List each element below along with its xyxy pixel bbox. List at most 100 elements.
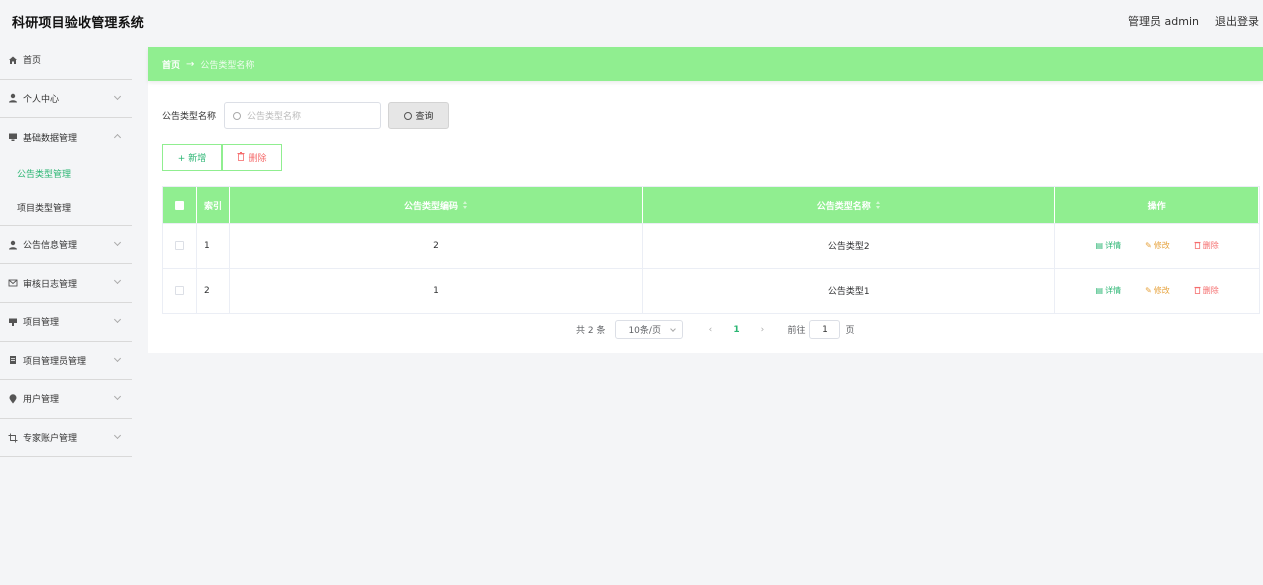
table-row: 2 1 公告类型1 ▤ 详情 ✎ 修改 删除 [163,268,1259,313]
chevron-up-icon [113,134,122,142]
cell-index: 2 [197,268,230,313]
chevron-down-icon [113,354,122,362]
page-size-select[interactable]: 10条/页 [615,320,684,339]
sidebar-item-label: 审核日志管理 [23,279,78,290]
mail-icon [7,278,18,289]
action-buttons: + 新增 删除 [162,144,282,171]
select-all-checkbox[interactable] [174,200,184,210]
sidebar-item-project[interactable]: 项目管理 [0,303,132,342]
trash-icon [1194,241,1201,251]
page-number[interactable]: 1 [723,325,749,335]
edit-button[interactable]: ✎ 修改 [1145,285,1170,296]
document-icon: ▤ [1095,241,1104,251]
sidebar-subitem-project-type[interactable]: 项目类型管理 [0,191,132,225]
search-icon [403,111,412,120]
board-icon [7,316,18,327]
select-all-cell [163,187,197,223]
logout-link[interactable]: 退出登录 [1215,13,1259,29]
prev-page-button[interactable]: ‹ [697,325,723,335]
search-icon [233,111,242,120]
detail-button[interactable]: ▤ 详情 [1096,240,1122,251]
query-button[interactable]: 查询 [388,102,450,129]
search-input[interactable]: 公告类型名称 [224,102,382,129]
chevron-down-icon [113,238,122,246]
column-header-index: 索引 [197,187,230,223]
sidebar-item-expert-account[interactable]: 专家账户管理 [0,419,132,458]
delete-button[interactable]: 删除 [1194,285,1219,296]
cell-name: 公告类型1 [643,268,1056,313]
sidebar-subitem-notice-type[interactable]: 公告类型管理 [0,157,132,191]
row-check-cell [163,224,197,268]
top-header: 科研项目验收管理系统 管理员 admin 退出登录 [0,0,1263,44]
data-table: 索引 公告类型编码 公告类型名称 操作 1 2 公告类型2 ▤ 详情 ✎ 修改 … [162,186,1260,314]
sidebar-item-personal-center[interactable]: 个人中心 [0,80,132,119]
sidebar-item-project-admin[interactable]: 项目管理员管理 [0,342,132,381]
crop-icon [7,432,18,443]
chevron-down-icon [670,326,677,332]
cell-code: 1 [230,268,644,313]
sidebar-item-home[interactable]: 首页 [0,41,132,80]
breadcrumb-separator: → [186,58,195,70]
delete-label: 删除 [1202,241,1219,251]
sidebar-item-user[interactable]: 用户管理 [0,380,132,419]
table-row: 1 2 公告类型2 ▤ 详情 ✎ 修改 删除 [163,224,1259,269]
detail-label: 详情 [1105,286,1122,296]
user-icon [7,239,18,250]
sidebar: 首页 个人中心 基础数据管理 公告类型管理 项目类型管理 公告信息管理 审核日志… [0,41,132,585]
home-icon [7,54,18,65]
document-icon: ▤ [1095,286,1104,296]
sort-icon[interactable] [463,201,468,209]
column-header-code[interactable]: 公告类型编码 [230,187,644,223]
user-icon [7,93,18,104]
add-button[interactable]: + 新增 [162,144,222,171]
column-header-name[interactable]: 公告类型名称 [643,187,1056,223]
chevron-down-icon [113,393,122,401]
detail-button[interactable]: ▤ 详情 [1096,285,1122,296]
query-button-label: 查询 [415,112,434,122]
cell-name: 公告类型2 [643,224,1056,268]
sidebar-item-label: 个人中心 [23,94,60,105]
sidebar-item-basic-data[interactable]: 基础数据管理 [0,118,132,157]
sidebar-item-label: 基础数据管理 [23,133,78,144]
edit-icon: ✎ [1145,241,1152,251]
pagination-total: 共 2 条 [576,326,606,336]
sidebar-item-label: 首页 [23,56,42,67]
search-label: 公告类型名称 [162,112,217,122]
breadcrumb-home[interactable]: 首页 [162,58,180,71]
batch-delete-button[interactable]: 删除 [222,144,282,171]
submenu-basic-data: 公告类型管理 项目类型管理 [0,157,132,226]
main-content: 首页 → 公告类型名称 公告类型名称 公告类型名称 查询 + 新增 删除 索引 [148,47,1263,353]
sidebar-item-label: 项目管理员管理 [23,356,87,367]
sidebar-item-audit-log[interactable]: 审核日志管理 [0,264,132,303]
cell-index: 1 [197,224,230,268]
column-header-label: 公告类型编码 [404,201,459,212]
row-check-cell [163,268,197,313]
edit-button[interactable]: ✎ 修改 [1145,240,1170,251]
delete-button[interactable]: 删除 [1194,240,1219,251]
chevron-down-icon [113,315,122,324]
row-checkbox[interactable] [174,241,184,251]
search-placeholder: 公告类型名称 [247,112,302,122]
chevron-down-icon [113,92,122,100]
column-header-label: 公告类型名称 [816,201,871,212]
pagination: 共 2 条 10条/页 ‹ 1 › 前往 1 页 [576,320,854,339]
trash-icon [237,151,245,164]
sidebar-item-notice-info[interactable]: 公告信息管理 [0,226,132,265]
app-title: 科研项目验收管理系统 [12,16,145,31]
chevron-down-icon [113,277,122,285]
next-page-button[interactable]: › [749,325,775,335]
sort-icon[interactable] [875,201,881,209]
row-checkbox[interactable] [174,286,184,296]
current-user: 管理员 admin [1128,15,1199,28]
cell-operations: ▤ 详情 ✎ 修改 删除 [1055,224,1259,268]
table-header-row: 索引 公告类型编码 公告类型名称 操作 [163,187,1259,224]
edit-icon: ✎ [1145,286,1152,296]
delete-button-label: 删除 [248,154,267,164]
sidebar-item-label: 用户管理 [23,395,60,406]
search-row: 公告类型名称 公告类型名称 查询 [162,102,450,129]
document-icon [7,355,18,366]
goto-page-input[interactable]: 1 [809,320,841,339]
delete-label: 删除 [1202,286,1219,296]
edit-label: 修改 [1153,241,1170,251]
chevron-down-icon [113,431,122,439]
